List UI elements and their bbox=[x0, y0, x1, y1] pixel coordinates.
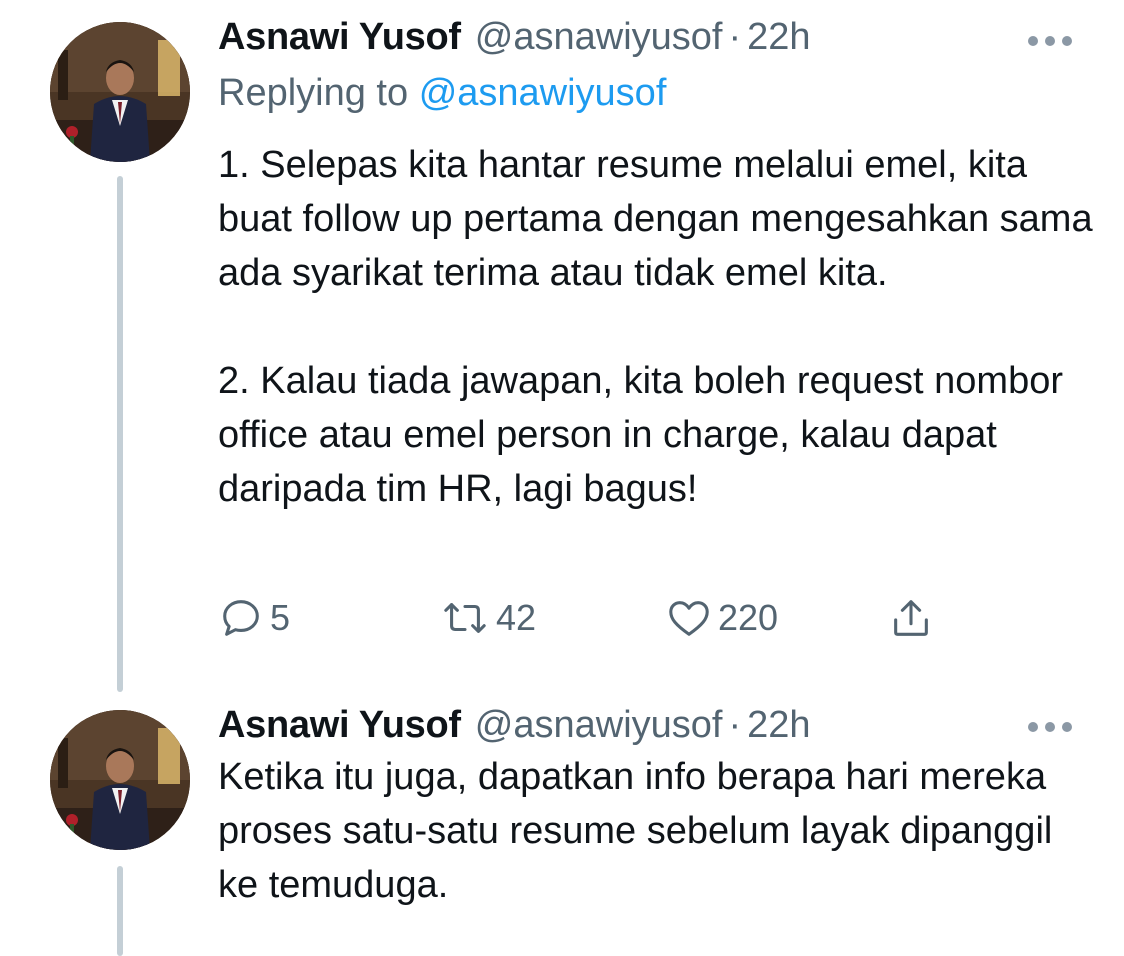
avatar-photo bbox=[50, 22, 190, 162]
tweet-paragraph: 1. Selepas kita hantar resume melalui em… bbox=[218, 144, 1093, 294]
retweet-button[interactable]: 42 bbox=[440, 590, 536, 646]
reply-button[interactable]: 5 bbox=[218, 590, 290, 646]
like-button[interactable]: 220 bbox=[666, 590, 778, 646]
tweet-header: Asnawi Yusof @asnawiyusof · 22h bbox=[218, 14, 1064, 60]
avatar-photo bbox=[50, 710, 190, 850]
thread-line bbox=[117, 176, 123, 692]
share-button[interactable] bbox=[888, 590, 934, 646]
more-options-icon[interactable] bbox=[1028, 720, 1072, 734]
tweet-paragraph: Ketika itu juga, dapatkan info berapa ha… bbox=[218, 756, 1053, 906]
reply-icon bbox=[223, 600, 259, 636]
more-options-icon[interactable] bbox=[1028, 34, 1072, 48]
reply-count: 5 bbox=[270, 597, 291, 638]
heart-icon bbox=[669, 601, 709, 636]
timestamp[interactable]: 22h bbox=[747, 16, 810, 59]
replying-prefix: Replying to bbox=[218, 72, 409, 114]
replying-to: Replying to @asnawiyusof bbox=[218, 72, 666, 115]
thread-line bbox=[117, 866, 123, 956]
replying-to-link[interactable]: @asnawiyusof bbox=[419, 72, 667, 114]
separator-dot: · bbox=[728, 15, 742, 58]
tweet-paragraph: 2. Kalau tiada jawapan, kita boleh reque… bbox=[218, 360, 1063, 510]
avatar[interactable] bbox=[50, 710, 190, 850]
tweet-actions: 5 42 220 bbox=[218, 590, 958, 646]
tweet[interactable]: Asnawi Yusof @asnawiyusof · 22h Ketika i… bbox=[0, 700, 1124, 956]
tweet-header: Asnawi Yusof @asnawiyusof · 22h bbox=[218, 702, 1064, 748]
author-name[interactable]: Asnawi Yusof bbox=[218, 16, 461, 59]
timestamp[interactable]: 22h bbox=[747, 704, 810, 747]
retweet-icon bbox=[444, 603, 486, 633]
avatar[interactable] bbox=[50, 22, 190, 162]
author-handle[interactable]: @asnawiyusof bbox=[475, 704, 723, 747]
author-name[interactable]: Asnawi Yusof bbox=[218, 704, 461, 747]
author-handle[interactable]: @asnawiyusof bbox=[475, 16, 723, 59]
tweet[interactable]: Asnawi Yusof @asnawiyusof · 22h Replying… bbox=[0, 0, 1124, 700]
separator-dot: · bbox=[728, 703, 742, 746]
share-icon bbox=[894, 600, 928, 636]
retweet-count: 42 bbox=[496, 597, 537, 638]
like-count: 220 bbox=[718, 597, 779, 638]
tweet-text: 1. Selepas kita hantar resume melalui em… bbox=[218, 138, 1098, 516]
tweet-text: Ketika itu juga, dapatkan info berapa ha… bbox=[218, 750, 1098, 912]
